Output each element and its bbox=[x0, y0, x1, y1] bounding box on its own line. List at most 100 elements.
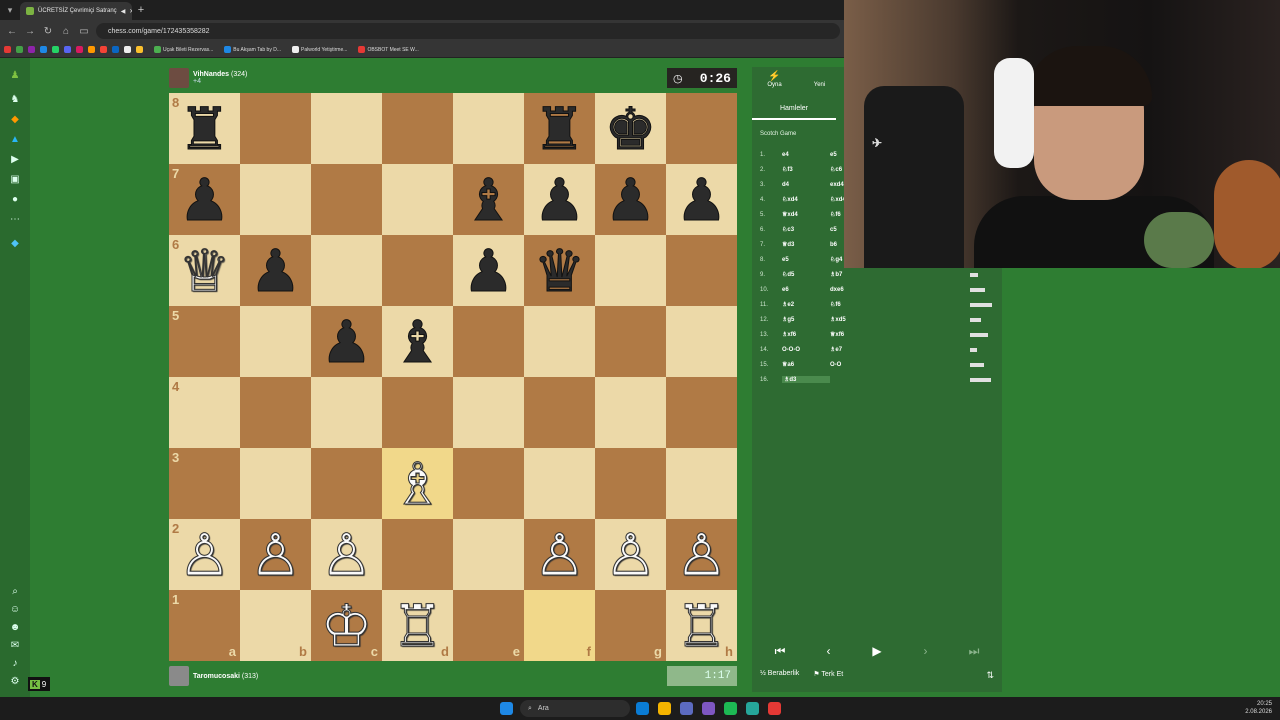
square-e2[interactable] bbox=[453, 519, 524, 590]
bookmark-item[interactable]: Palworld Yetiştirme... bbox=[292, 46, 347, 53]
square-h1[interactable]: h ♖ bbox=[666, 590, 737, 661]
white-pawn-piece[interactable]: ♙ bbox=[533, 525, 586, 584]
square-b8[interactable] bbox=[240, 93, 311, 164]
bookmark-kick-icon[interactable] bbox=[16, 46, 23, 53]
black-bishop-piece[interactable]: ♝ bbox=[462, 170, 515, 229]
bookmark-x-icon[interactable] bbox=[124, 46, 131, 53]
square-b7[interactable] bbox=[240, 164, 311, 235]
news-icon[interactable]: ▣ bbox=[9, 174, 21, 186]
bookmark-instagram-icon[interactable] bbox=[76, 46, 83, 53]
sidepanel-icon[interactable]: ▭ bbox=[78, 26, 90, 37]
first-move-icon[interactable]: ⏮ bbox=[760, 639, 800, 663]
bookmark-drive-icon[interactable] bbox=[40, 46, 47, 53]
black-king-piece[interactable]: ♚ bbox=[604, 99, 657, 158]
speaker-icon[interactable]: ◀ bbox=[121, 8, 126, 15]
white-move[interactable]: e4 bbox=[782, 152, 830, 158]
square-h2[interactable]: ♙ bbox=[666, 519, 737, 590]
home-icon[interactable]: ⌂ bbox=[60, 26, 72, 37]
square-a6[interactable]: 6 ♕ bbox=[169, 235, 240, 306]
app-icon[interactable] bbox=[680, 702, 693, 715]
black-move[interactable]: ♗e7 bbox=[830, 346, 970, 353]
white-move[interactable]: e5 bbox=[782, 257, 830, 263]
chrome-icon[interactable] bbox=[658, 702, 671, 715]
square-h6[interactable] bbox=[666, 235, 737, 306]
square-c1[interactable]: c ♔ bbox=[311, 590, 382, 661]
settings-gear-icon[interactable]: ⚙ bbox=[9, 676, 21, 688]
white-move[interactable]: e6 bbox=[782, 287, 830, 293]
square-b6[interactable]: ♟ bbox=[240, 235, 311, 306]
square-a8[interactable]: 8 ♜ bbox=[169, 93, 240, 164]
bottom-player-name[interactable]: Taromucosaki bbox=[193, 673, 240, 680]
white-move[interactable]: ♘xd4 bbox=[782, 196, 830, 203]
square-d6[interactable] bbox=[382, 235, 453, 306]
square-f7[interactable]: ♟ bbox=[524, 164, 595, 235]
white-move[interactable]: ♗g5 bbox=[782, 316, 830, 323]
steam-icon[interactable] bbox=[746, 702, 759, 715]
black-move[interactable]: ♘f6 bbox=[830, 301, 970, 308]
next-move-icon[interactable]: › bbox=[906, 639, 946, 663]
white-pawn-piece[interactable]: ♙ bbox=[320, 525, 373, 584]
square-c2[interactable]: ♙ bbox=[311, 519, 382, 590]
square-d2[interactable] bbox=[382, 519, 453, 590]
square-f6[interactable]: ♛ bbox=[524, 235, 595, 306]
black-move[interactable]: O-O bbox=[830, 362, 970, 368]
play-icon[interactable]: ♞ bbox=[9, 94, 21, 106]
white-move[interactable]: ♘c3 bbox=[782, 226, 830, 233]
bookmark-twitch-icon[interactable] bbox=[28, 46, 35, 53]
square-g2[interactable]: ♙ bbox=[595, 519, 666, 590]
square-b5[interactable] bbox=[240, 306, 311, 377]
square-b1[interactable]: b bbox=[240, 590, 311, 661]
taskbar-clock[interactable]: 20:25 2.08.2026 bbox=[1245, 700, 1272, 716]
tab-new[interactable]: Yeni bbox=[797, 67, 842, 97]
black-queen-piece[interactable]: ♛ bbox=[533, 241, 586, 300]
white-move[interactable]: O-O-O bbox=[782, 347, 830, 353]
square-f1[interactable]: f bbox=[524, 590, 595, 661]
white-move[interactable]: ♗xf6 bbox=[782, 331, 830, 338]
white-move[interactable]: ♘f3 bbox=[782, 166, 830, 173]
white-king-piece[interactable]: ♔ bbox=[320, 596, 373, 655]
social-icon[interactable]: ● bbox=[9, 194, 21, 206]
bookmark-item[interactable]: OBSBOT Meet SE W... bbox=[358, 46, 419, 53]
watch-icon[interactable]: ▶ bbox=[9, 154, 21, 166]
taskbar-search[interactable]: ⌕ Ara bbox=[520, 700, 630, 717]
square-a4[interactable]: 4 bbox=[169, 377, 240, 448]
bookmark-discord-icon[interactable] bbox=[64, 46, 71, 53]
white-queen-piece[interactable]: ♕ bbox=[178, 241, 231, 300]
tab-list-icon[interactable]: ▾ bbox=[0, 5, 20, 16]
square-d7[interactable] bbox=[382, 164, 453, 235]
square-h4[interactable] bbox=[666, 377, 737, 448]
black-move[interactable]: ♕xf6 bbox=[830, 331, 970, 338]
bookmark-item[interactable]: Bu Akşam Tab by D... bbox=[224, 46, 281, 53]
square-f5[interactable] bbox=[524, 306, 595, 377]
black-pawn-piece[interactable]: ♟ bbox=[178, 170, 231, 229]
black-pawn-piece[interactable]: ♟ bbox=[249, 241, 302, 300]
white-move[interactable]: ♗e2 bbox=[782, 301, 830, 308]
square-h3[interactable] bbox=[666, 448, 737, 519]
square-e7[interactable]: ♝ bbox=[453, 164, 524, 235]
square-b3[interactable] bbox=[240, 448, 311, 519]
edge-icon[interactable] bbox=[636, 702, 649, 715]
chessboard[interactable]: 8 ♜ ♜ ♚ 7 ♟ ♝ ♟ ♟ ♟ 6 ♕ ♟ ♟ ♛ 5 ♟ ♝ 4 3 ♗ 2 ♙ ♙ ♙ ♙ ♙ ♙ 1 a b c ♔ d ♖ e f g h ♖ bbox=[169, 93, 737, 661]
url-field[interactable]: chess.com/game/172435358282 bbox=[96, 23, 840, 39]
friends-icon[interactable]: ☻ bbox=[9, 622, 21, 634]
white-rook-piece[interactable]: ♖ bbox=[675, 596, 728, 655]
black-move[interactable]: ♗b7 bbox=[830, 271, 970, 278]
square-b2[interactable]: ♙ bbox=[240, 519, 311, 590]
square-a7[interactable]: 7 ♟ bbox=[169, 164, 240, 235]
black-rook-piece[interactable]: ♜ bbox=[533, 99, 586, 158]
square-c6[interactable] bbox=[311, 235, 382, 306]
square-e3[interactable] bbox=[453, 448, 524, 519]
square-f3[interactable] bbox=[524, 448, 595, 519]
notifications-icon[interactable]: ♪ bbox=[9, 658, 21, 670]
black-pawn-piece[interactable]: ♟ bbox=[320, 312, 373, 371]
black-rook-piece[interactable]: ♜ bbox=[178, 99, 231, 158]
black-move[interactable]: dxe6 bbox=[830, 287, 970, 293]
search-icon[interactable]: ⌕ bbox=[9, 586, 21, 598]
square-a3[interactable]: 3 bbox=[169, 448, 240, 519]
square-d3[interactable]: ♗ bbox=[382, 448, 453, 519]
square-c8[interactable] bbox=[311, 93, 382, 164]
square-d5[interactable]: ♝ bbox=[382, 306, 453, 377]
square-f4[interactable] bbox=[524, 377, 595, 448]
forward-icon[interactable]: → bbox=[24, 26, 36, 37]
square-c7[interactable] bbox=[311, 164, 382, 235]
